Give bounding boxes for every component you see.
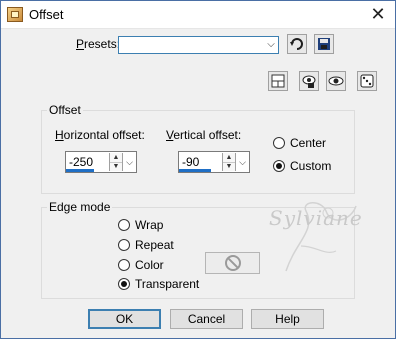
vertical-offset-input[interactable]: -90 ▲ ▼ ⌵: [178, 151, 250, 173]
spin-down-icon[interactable]: ▼: [223, 162, 235, 171]
proof-hold-button[interactable]: [299, 71, 319, 91]
center-label[interactable]: Center: [290, 136, 326, 150]
wrap-radio[interactable]: [118, 219, 130, 231]
save-preset-button[interactable]: [314, 34, 334, 54]
custom-label[interactable]: Custom: [290, 159, 331, 173]
layout-button[interactable]: [268, 71, 288, 91]
wrap-label[interactable]: Wrap: [135, 218, 163, 232]
ok-button[interactable]: OK: [88, 309, 161, 329]
title-bar: Offset ✕: [1, 1, 395, 29]
layout-icon: [271, 74, 285, 88]
custom-radio[interactable]: [273, 160, 285, 172]
transparent-label[interactable]: Transparent: [135, 277, 199, 291]
presets-combo[interactable]: ⌵: [118, 36, 279, 54]
offset-dialog: Offset ✕ Presets: ⌵ Offset Horizontal of…: [0, 0, 396, 339]
color-swatch-button[interactable]: [205, 252, 260, 274]
horizontal-offset-slider-bar[interactable]: [66, 169, 94, 172]
edge-mode-group-title: Edge mode: [47, 200, 113, 214]
presets-label: Presets:: [76, 37, 121, 51]
presets-label-text: resets:: [84, 37, 121, 51]
swirl-ornament-icon: [285, 202, 357, 272]
preview-button[interactable]: [326, 71, 346, 91]
vertical-offset-slider-bar[interactable]: [179, 169, 211, 172]
repeat-radio[interactable]: [118, 239, 130, 251]
chevron-down-icon[interactable]: ⌵: [264, 37, 278, 53]
horizontal-offset-label: Horizontal offset:: [55, 128, 145, 142]
spin-down-icon[interactable]: ▼: [110, 162, 122, 171]
horizontal-offset-value: -250: [69, 155, 94, 169]
reset-arrow-icon: [290, 38, 303, 50]
horizontal-spin-buttons[interactable]: ▲ ▼: [109, 153, 122, 171]
reset-button[interactable]: [287, 34, 307, 54]
help-button[interactable]: Help: [251, 309, 324, 329]
color-label[interactable]: Color: [135, 258, 164, 272]
eye-icon: [328, 76, 344, 86]
vertical-offset-label: Vertical offset:: [166, 128, 242, 142]
save-disk-icon: [318, 38, 330, 50]
chevron-down-icon[interactable]: ⌵: [122, 153, 136, 171]
chevron-down-icon[interactable]: ⌵: [235, 153, 249, 171]
center-radio[interactable]: [273, 137, 285, 149]
watermark-signature: Sylviane: [269, 206, 363, 230]
vertical-offset-value: -90: [182, 155, 200, 169]
horizontal-offset-input[interactable]: -250 ▲ ▼ ⌵: [65, 151, 137, 173]
eye-hold-icon: [302, 75, 316, 88]
window-title: Offset: [29, 7, 64, 22]
color-radio[interactable]: [118, 259, 130, 271]
transparent-radio[interactable]: [118, 278, 130, 290]
vertical-spin-buttons[interactable]: ▲ ▼: [222, 153, 235, 171]
dice-icon: [360, 74, 374, 88]
app-icon: [7, 7, 23, 22]
no-color-icon: [225, 255, 241, 271]
repeat-label[interactable]: Repeat: [135, 238, 174, 252]
randomize-button[interactable]: [357, 71, 377, 91]
cancel-button[interactable]: Cancel: [170, 309, 243, 329]
offset-group-title: Offset: [47, 103, 83, 117]
close-button[interactable]: ✕: [367, 4, 389, 24]
